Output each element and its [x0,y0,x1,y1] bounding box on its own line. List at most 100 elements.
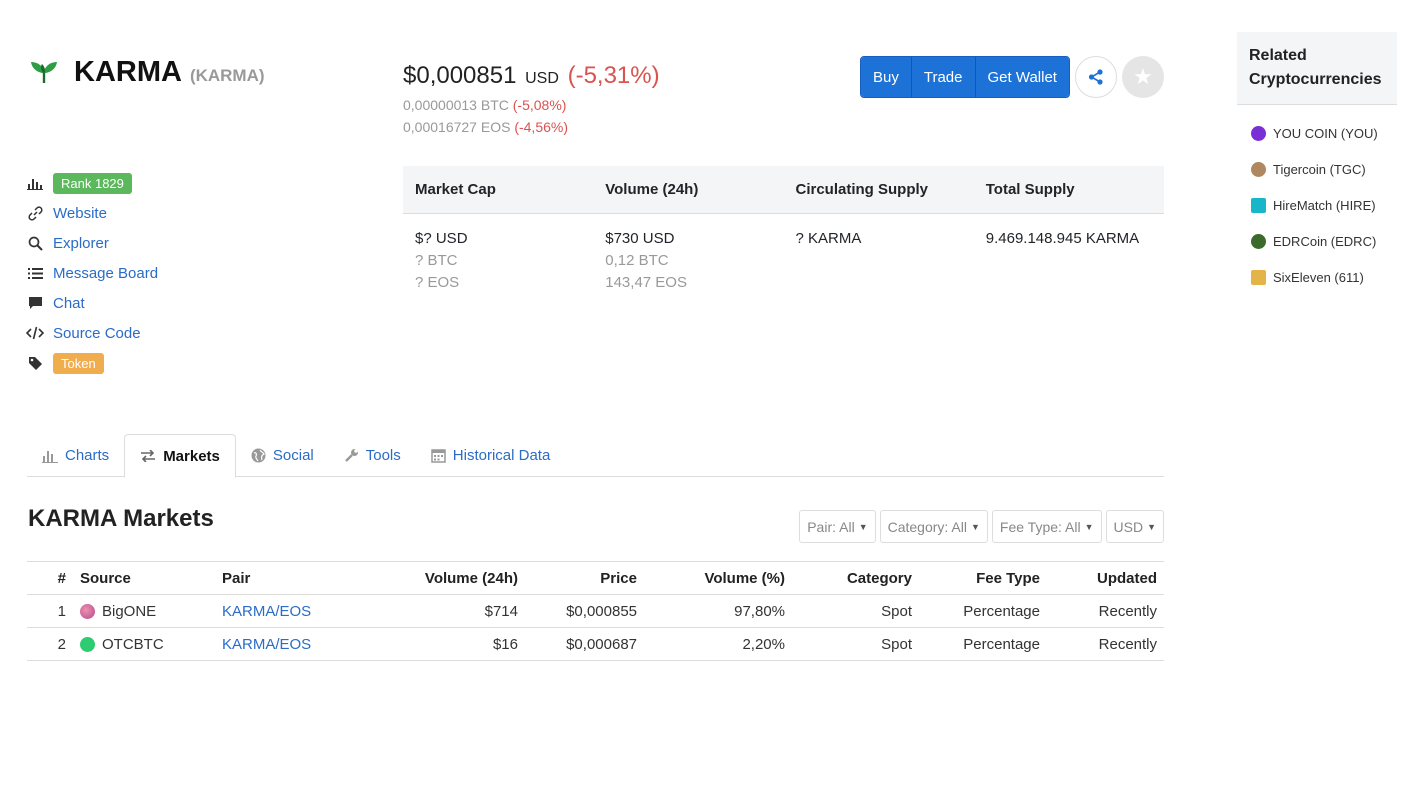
total-supply: 9.469.148.945 KARMA [985,230,1140,247]
website-link[interactable]: Website [53,205,107,222]
related-item-label[interactable]: SixEleven (611) [1273,270,1364,285]
tab-social-label: Social [272,447,314,464]
table-header-row: # Source Pair Volume (24h) Price Volume … [27,561,1164,595]
category-filter-label: Category: All [887,518,967,535]
market-cap-usd: $? USD [415,230,468,247]
row-category: Spot [792,594,919,628]
tab-historical-data[interactable]: Historical Data [416,434,566,477]
row-pair-link[interactable]: KARMA/EOS [222,636,311,653]
related-item-label[interactable]: HireMatch (HIRE) [1273,198,1376,213]
explorer-link[interactable]: Explorer [53,235,109,252]
caret-down-icon: ▼ [1084,521,1094,532]
price-eos-change: (-4,56%) [514,119,568,135]
coin-symbol: (KARMA) [189,65,265,85]
row-source[interactable]: OTCBTC [102,636,164,653]
col-header-pair[interactable]: Pair [215,561,375,595]
caret-down-icon: ▼ [1147,521,1156,532]
favorite-button[interactable]: ★ [1122,56,1164,98]
tab-markets[interactable]: Markets [124,434,236,478]
tab-markets-label: Markets [163,447,220,465]
col-header-rank[interactable]: # [27,561,73,595]
pair-filter-label: Pair: All [807,518,855,535]
coin-name: KARMA [74,56,182,88]
website-link-row[interactable]: Website [26,198,158,228]
related-item-label[interactable]: EDRCoin (EDRC) [1273,234,1376,249]
tab-charts-label: Charts [65,447,110,464]
col-header-volume-pct[interactable]: Volume (%) [644,561,792,595]
market-cap-eos: ? EOS [415,274,460,291]
row-price: $0,000855 [525,594,644,628]
related-item[interactable]: YOU COIN (YOU) [1237,115,1397,151]
related-item[interactable]: SixEleven (611) [1237,259,1397,295]
source-code-link[interactable]: Source Code [53,325,141,342]
fee-type-filter-label: Fee Type: All [999,518,1081,535]
col-header-price[interactable]: Price [525,561,644,595]
stats-total: 9.469.148.945 KARMA [974,228,1164,294]
globe-icon [251,448,266,463]
tab-social[interactable]: Social [236,434,329,477]
markets-title: KARMA Markets [28,505,214,532]
price-btc-change: (-5,08%) [512,97,567,113]
explorer-link-row[interactable]: Explorer [26,228,158,258]
link-icon [26,204,44,222]
stats-header-circulating: Circulating Supply [795,181,929,198]
col-header-volume[interactable]: Volume (24h) [375,561,525,595]
circulating-supply: ? KARMA [795,230,862,247]
caret-down-icon: ▼ [970,521,980,532]
related-item-label[interactable]: Tigercoin (TGC) [1273,162,1366,177]
chat-link[interactable]: Chat [53,295,85,312]
col-header-updated[interactable]: Updated [1047,561,1164,595]
action-button-group: Buy Trade Get Wallet [860,56,1070,98]
price-eos: 0,00016727 EOS [403,119,511,135]
row-rank: 2 [27,627,73,661]
related-item[interactable]: EDRCoin (EDRC) [1237,223,1397,259]
row-source-cell: OTCBTC [73,627,215,661]
karma-logo-icon [31,61,57,83]
related-item[interactable]: Tigercoin (TGC) [1237,151,1397,187]
stats-header-market-cap: Market Cap [415,181,496,198]
category-filter[interactable]: Category: All ▼ [879,510,988,543]
star-icon: ★ [1133,64,1153,89]
get-wallet-button[interactable]: Get Wallet [975,57,1069,97]
pair-filter[interactable]: Pair: All ▼ [799,510,876,543]
chat-link-row[interactable]: Chat [26,288,158,318]
row-pair-cell: KARMA/EOS [215,627,375,661]
related-item-label[interactable]: YOU COIN (YOU) [1273,126,1378,141]
markets-table: # Source Pair Volume (24h) Price Volume … [27,561,1164,661]
col-header-source[interactable]: Source [73,561,215,595]
col-header-category[interactable]: Category [792,561,919,595]
message-board-link-row[interactable]: Message Board [26,258,158,288]
table-row: 2 OTCBTC KARMA/EOS $16 $0,000687 2,20% S… [27,627,1164,661]
col-header-fee-type[interactable]: Fee Type [919,561,1047,595]
tab-charts[interactable]: Charts [27,434,124,477]
coin-links: Rank 1829 Website Explorer Message Board… [26,168,158,378]
message-board-link[interactable]: Message Board [53,265,158,282]
fee-type-filter[interactable]: Fee Type: All ▼ [991,510,1102,543]
tab-historical-data-label: Historical Data [452,447,551,464]
row-rank: 1 [27,594,73,628]
share-button[interactable] [1075,56,1117,98]
related-title: Related Cryptocurrencies [1237,32,1397,105]
buy-button[interactable]: Buy [861,57,912,97]
row-pair-link[interactable]: KARMA/EOS [222,603,311,620]
trade-button[interactable]: Trade [911,57,976,97]
sixeleven-icon [1251,269,1266,285]
bar-chart-icon [26,174,44,192]
currency-filter[interactable]: USD ▼ [1105,510,1164,543]
stats-market-cap: $? USD ? BTC ? EOS [403,228,593,294]
calendar-icon [431,448,446,463]
share-icon [1088,69,1103,85]
tag-icon [26,354,44,372]
row-source-cell: BigONE [73,594,215,628]
table-row: 1 BigONE KARMA/EOS $714 $0,000855 97,80%… [27,594,1164,628]
volume-btc: 0,12 BTC [605,252,669,269]
related-item[interactable]: HireMatch (HIRE) [1237,187,1397,223]
row-price: $0,000687 [525,627,644,661]
row-source[interactable]: BigONE [102,603,156,620]
tab-bar: Charts Markets Social Tools Historical D… [27,434,1164,478]
source-code-link-row[interactable]: Source Code [26,318,158,348]
tab-tools[interactable]: Tools [329,434,416,477]
row-updated: Recently [1047,627,1164,661]
rank-badge: Rank 1829 [53,172,132,194]
stats-volume: $730 USD 0,12 BTC 143,47 EOS [593,228,783,294]
